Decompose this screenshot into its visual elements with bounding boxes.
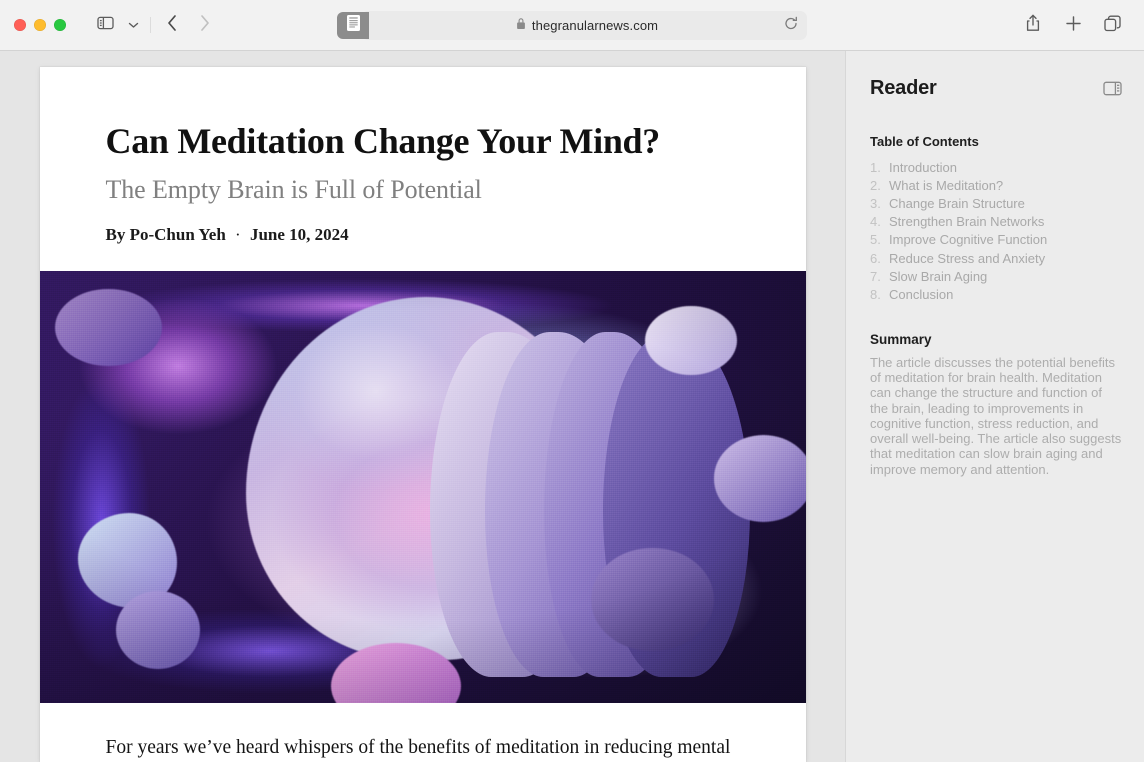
lock-icon: [516, 17, 526, 35]
summary-heading: Summary: [870, 331, 932, 347]
close-window-button[interactable]: [14, 19, 26, 31]
reader-sidebar: Reader Table of Contents 1. Introduction…: [845, 51, 1144, 762]
address-bar[interactable]: thegranularnews.com: [337, 11, 807, 40]
tab-overview-button[interactable]: [1098, 13, 1128, 39]
hero-image: [39, 271, 806, 704]
url-text: thegranularnews.com: [531, 18, 659, 33]
browser-window: thegranularnews.com Can Meditation Chang…: [0, 0, 1144, 762]
chevron-down-icon: [128, 16, 139, 34]
article-byline: By Po-Chun Yeh · June 10, 2024: [106, 225, 740, 245]
new-tab-button[interactable]: [1058, 13, 1088, 39]
toc-item-number: 4.: [870, 214, 881, 230]
navigation-controls: [90, 12, 219, 38]
toc-item[interactable]: 7. Slow Brain Aging: [870, 267, 1122, 285]
sidebar-options-button[interactable]: [122, 12, 144, 38]
toc-item[interactable]: 8. Conclusion: [870, 285, 1122, 303]
url-display: thegranularnews.com: [516, 17, 658, 35]
web-page-area: Can Meditation Change Your Mind? The Emp…: [0, 51, 845, 762]
byline-separator: ·: [235, 225, 241, 245]
toolbar-divider: [150, 17, 151, 33]
author-name: Po-Chun Yeh: [129, 225, 226, 245]
toc-item-number: 3.: [870, 195, 881, 211]
toc-item[interactable]: 5. Improve Cognitive Function: [870, 231, 1122, 249]
toc-item[interactable]: 2. What is Meditation?: [870, 176, 1122, 194]
plus-icon: [1065, 15, 1082, 37]
article-header: Can Meditation Change Your Mind? The Emp…: [40, 67, 806, 271]
reload-button[interactable]: [784, 16, 798, 35]
forward-button[interactable]: [189, 12, 219, 38]
article-card: Can Meditation Change Your Mind? The Emp…: [39, 67, 806, 762]
copy-tabs-icon: [1104, 15, 1122, 37]
toc-item-label: Slow Brain Aging: [889, 268, 988, 284]
byline-prefix: By: [105, 225, 126, 245]
toc-item-number: 7.: [870, 268, 881, 284]
toc-item[interactable]: 3. Change Brain Structure: [870, 194, 1122, 212]
article-paragraph: For years we’ve heard whispers of the be…: [105, 737, 731, 759]
url-field[interactable]: thegranularnews.com: [361, 11, 807, 40]
chevron-left-icon: [167, 14, 178, 37]
table-of-contents: 1. Introduction 2. What is Meditation? 3…: [870, 158, 1122, 304]
share-button[interactable]: [1018, 13, 1048, 39]
window-controls: [14, 19, 66, 31]
back-button[interactable]: [157, 12, 187, 38]
sidebar-panel-toggle-button[interactable]: [1103, 77, 1122, 101]
reader-sidebar-header: Reader: [870, 77, 1122, 101]
reader-view-button[interactable]: [337, 12, 369, 39]
toc-item-number: 6.: [870, 250, 881, 266]
sidebar-toggle-button[interactable]: [90, 12, 120, 38]
article-subtitle: The Empty Brain is Full of Potential: [105, 175, 482, 205]
reload-icon: [784, 16, 798, 35]
toc-item-number: 2.: [870, 177, 881, 193]
minimize-window-button[interactable]: [34, 19, 46, 31]
toc-item-label: Change Brain Structure: [889, 195, 1025, 211]
toc-item[interactable]: 1. Introduction: [870, 158, 1122, 176]
sidebar-icon: [96, 16, 114, 35]
toolbar-right-actions: [1018, 0, 1128, 51]
publish-date: June 10, 2024: [249, 225, 349, 245]
toc-item-number: 8.: [870, 286, 881, 302]
toc-item-number: 1.: [870, 159, 881, 175]
toc-item-label: Strengthen Brain Networks: [889, 214, 1045, 230]
reader-icon: [346, 15, 360, 36]
toc-item-label: Conclusion: [889, 286, 954, 302]
toc-item[interactable]: 6. Reduce Stress and Anxiety: [870, 249, 1122, 267]
toc-item[interactable]: 4. Strengthen Brain Networks: [870, 213, 1122, 231]
summary-text: The article discusses the potential bene…: [870, 354, 1122, 477]
toc-item-label: Reduce Stress and Anxiety: [889, 250, 1046, 266]
share-icon: [1025, 14, 1041, 37]
toc-item-number: 5.: [870, 232, 881, 248]
reader-sidebar-title: Reader: [870, 77, 937, 99]
browser-toolbar: thegranularnews.com: [0, 0, 1144, 51]
article-body: For years we’ve heard whispers of the be…: [40, 703, 806, 762]
toc-heading: Table of Contents: [870, 134, 979, 149]
toc-item-label: Introduction: [889, 159, 957, 175]
toc-item-label: What is Meditation?: [889, 177, 1004, 193]
hero-vignette: [39, 271, 806, 704]
toc-item-label: Improve Cognitive Function: [889, 232, 1048, 248]
chevron-right-icon: [199, 14, 210, 37]
window-content: Can Meditation Change Your Mind? The Emp…: [0, 51, 1144, 762]
article-title: Can Meditation Change Your Mind?: [105, 121, 661, 161]
maximize-window-button[interactable]: [54, 19, 66, 31]
sidebar-right-icon: [1103, 81, 1122, 101]
